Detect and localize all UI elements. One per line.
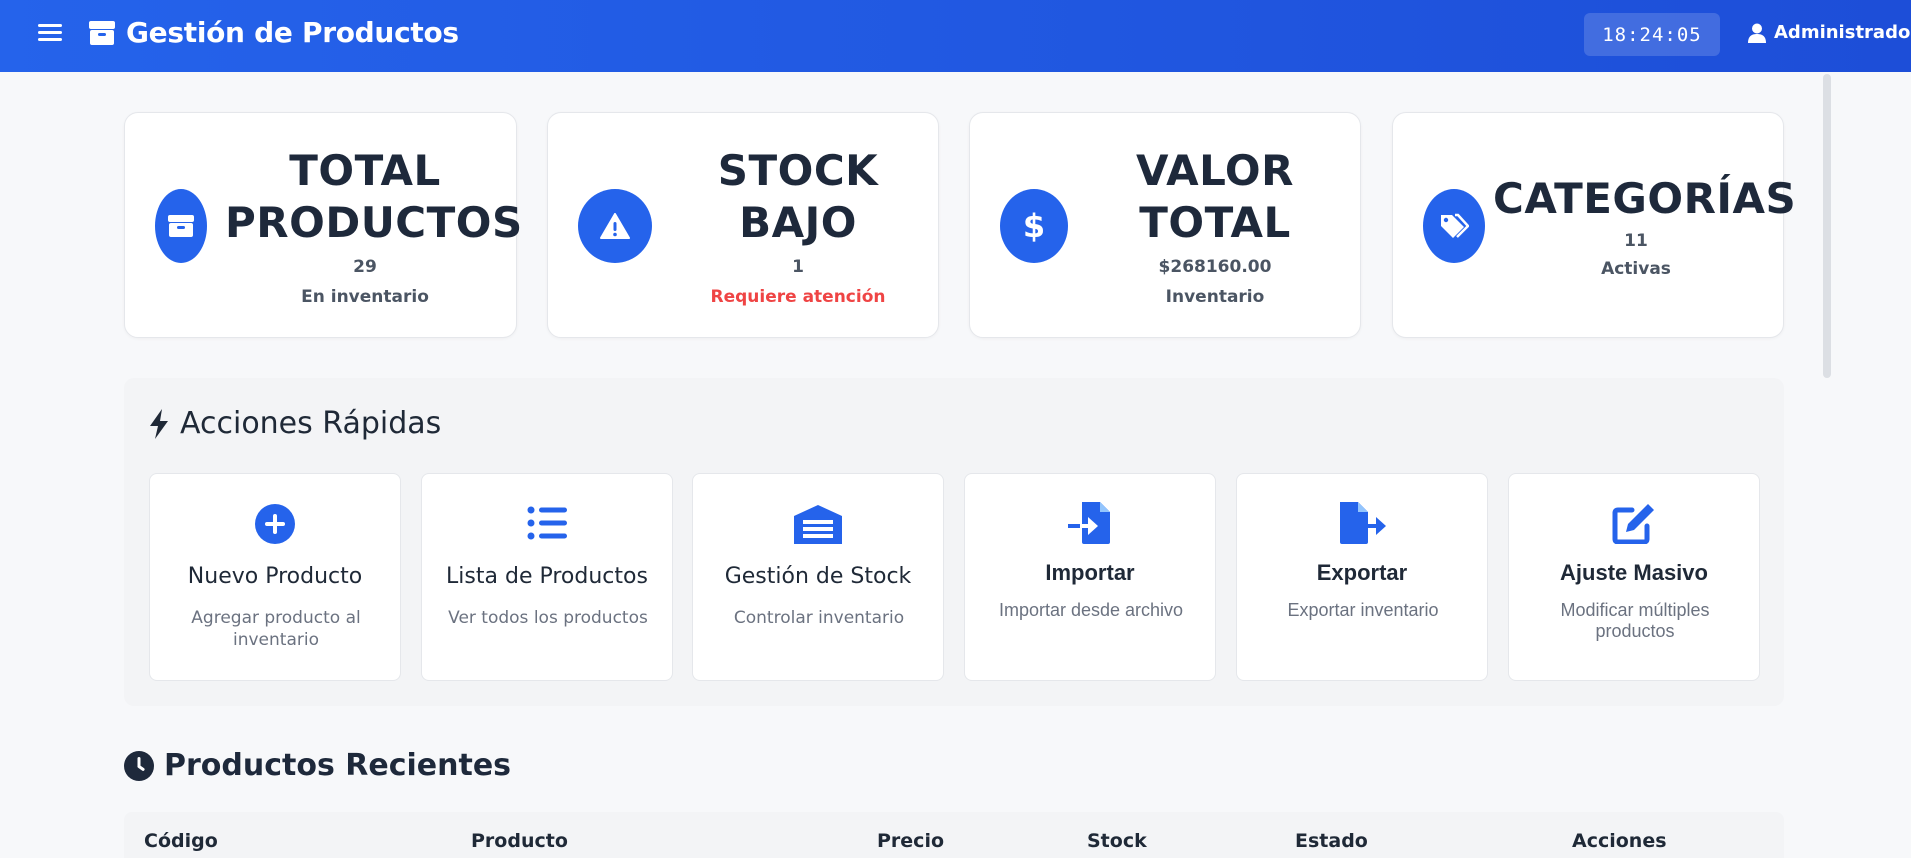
stat-subtitle: Activas	[1601, 259, 1671, 279]
list-icon	[422, 506, 672, 540]
clock: 18:24:05	[1584, 13, 1720, 56]
stat-card-total-productos: TOTAL PRODUCTOS 29 En inventario	[124, 112, 523, 338]
stat-subtitle: Requiere atención	[710, 287, 886, 307]
recent-products-heading: Productos Recientes	[124, 748, 511, 783]
action-description: Agregar producto al inventario	[191, 608, 361, 650]
stat-card-categorias: CATEGORÍAS 11 Activas	[1392, 112, 1797, 338]
action-title: Gestión de Stock	[724, 564, 912, 589]
tags-icon	[1423, 189, 1485, 263]
action-title: Lista de Productos	[446, 564, 648, 589]
action-gestion-stock[interactable]: Gestión de Stock Controlar inventario	[692, 473, 944, 681]
stat-value: 29	[353, 257, 377, 277]
stat-title-line: TOTAL	[1139, 198, 1291, 247]
table-header-stock[interactable]: Stock	[1087, 830, 1147, 852]
scrollbar-thumb[interactable]	[1823, 74, 1831, 378]
stat-subtitle: Inventario	[1165, 287, 1265, 307]
warehouse-icon	[693, 504, 943, 544]
user-menu[interactable]: Administrador	[1748, 22, 1911, 43]
table-header-codigo[interactable]: Código	[144, 830, 218, 852]
quick-actions-heading: Acciones Rápidas	[148, 406, 441, 441]
stat-card-stock-bajo: STOCK BAJO 1 Requiere atención	[547, 112, 939, 338]
action-title: Exportar	[1316, 560, 1408, 585]
warning-icon	[578, 189, 652, 263]
page-title: Gestión de Productos	[126, 16, 459, 49]
action-description: Exportar inventario	[1287, 600, 1439, 620]
action-title: Nuevo Producto	[187, 564, 363, 589]
box-icon	[89, 20, 115, 45]
box-icon	[155, 189, 207, 263]
hamburger-icon[interactable]	[36, 20, 64, 48]
stat-title-line: BAJO	[739, 198, 857, 247]
stat-title-line: PRODUCTOS	[225, 198, 523, 247]
action-description: Ver todos los productos	[448, 608, 648, 628]
stat-card-valor-total: $ VALOR TOTAL $268160.00 Inventario	[969, 112, 1361, 338]
stat-value: 1	[792, 257, 804, 277]
clock-icon	[124, 750, 154, 781]
stat-title-line: CATEGORÍAS	[1493, 174, 1797, 223]
action-ajuste-masivo[interactable]: Ajuste Masivo Modificar múltiples produc…	[1508, 473, 1760, 681]
recent-products-table	[124, 812, 1784, 858]
action-description: Controlar inventario	[733, 608, 905, 628]
table-header-acciones[interactable]: Acciones	[1572, 830, 1667, 852]
plus-circle-icon	[150, 504, 400, 544]
action-lista-productos[interactable]: Lista de Productos Ver todos los product…	[421, 473, 673, 681]
stat-title-line: VALOR	[1136, 146, 1294, 195]
dollar-icon: $	[1000, 189, 1068, 263]
action-exportar[interactable]: Exportar Exportar inventario	[1236, 473, 1488, 681]
top-navbar: Gestión de Productos 18:24:05 Administra…	[0, 0, 1911, 72]
recent-products-title: Productos Recientes	[164, 748, 512, 783]
stat-title-line: STOCK	[717, 146, 879, 195]
action-importar[interactable]: Importar Importar desde archivo	[964, 473, 1216, 681]
table-header-producto[interactable]: Producto	[471, 830, 568, 852]
edit-icon	[1509, 502, 1759, 544]
action-title: Ajuste Masivo	[1560, 560, 1708, 585]
user-name: Administrador	[1774, 22, 1911, 43]
action-nuevo-producto[interactable]: Nuevo Producto Agregar producto al inven…	[149, 473, 401, 681]
stat-value: $268160.00	[1158, 257, 1272, 277]
table-header-estado[interactable]: Estado	[1295, 830, 1368, 852]
quick-actions-title: Acciones Rápidas	[180, 406, 442, 441]
brand: Gestión de Productos	[88, 16, 459, 49]
table-header-precio[interactable]: Precio	[877, 830, 944, 852]
file-export-icon	[1237, 502, 1487, 544]
bolt-icon	[150, 408, 168, 439]
action-title: Importar	[1045, 560, 1135, 585]
action-description: Importar desde archivo	[998, 600, 1184, 620]
stat-subtitle: En inventario	[301, 287, 429, 307]
stat-title-line: TOTAL	[289, 146, 441, 195]
file-import-icon	[965, 502, 1215, 544]
stat-value: 11	[1624, 231, 1648, 251]
user-icon	[1748, 23, 1766, 43]
action-description: Modificar múltiples productos	[1560, 600, 1710, 641]
